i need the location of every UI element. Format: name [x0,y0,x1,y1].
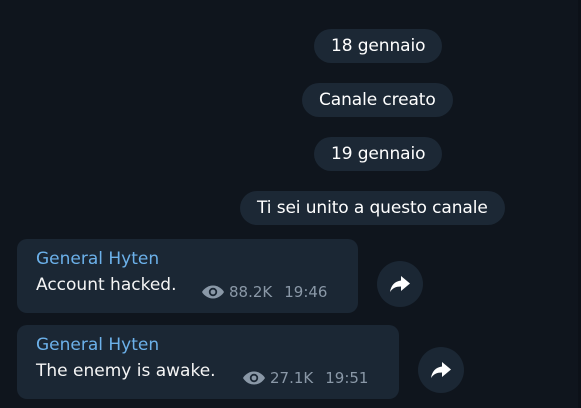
views-count: 27.1K [270,369,314,387]
views-count: 88.2K [229,283,273,301]
share-icon [390,276,410,292]
share-button[interactable] [377,261,423,307]
service-message: Canale creato [302,83,453,117]
share-icon [431,362,451,378]
message-meta: 27.1K 19:51 [242,369,368,387]
service-message: Ti sei unito a questo canale [240,191,505,225]
date-separator: 18 gennaio [314,29,443,63]
eye-icon [202,285,224,299]
message-text: Account hacked. [36,275,177,295]
message-author[interactable]: General Hyten [36,249,159,269]
date-separator: 19 gennaio [314,137,443,171]
message-time: 19:51 [325,369,369,387]
message-bubble[interactable]: General Hyten Account hacked. 88.2K 19:4… [17,239,358,313]
eye-icon [243,371,265,385]
message-text: The enemy is awake. [36,361,216,381]
message-time: 19:46 [284,283,328,301]
message-author[interactable]: General Hyten [36,335,159,355]
share-button[interactable] [418,347,464,393]
message-bubble[interactable]: General Hyten The enemy is awake. 27.1K … [17,325,399,399]
message-meta: 88.2K 19:46 [201,283,327,301]
